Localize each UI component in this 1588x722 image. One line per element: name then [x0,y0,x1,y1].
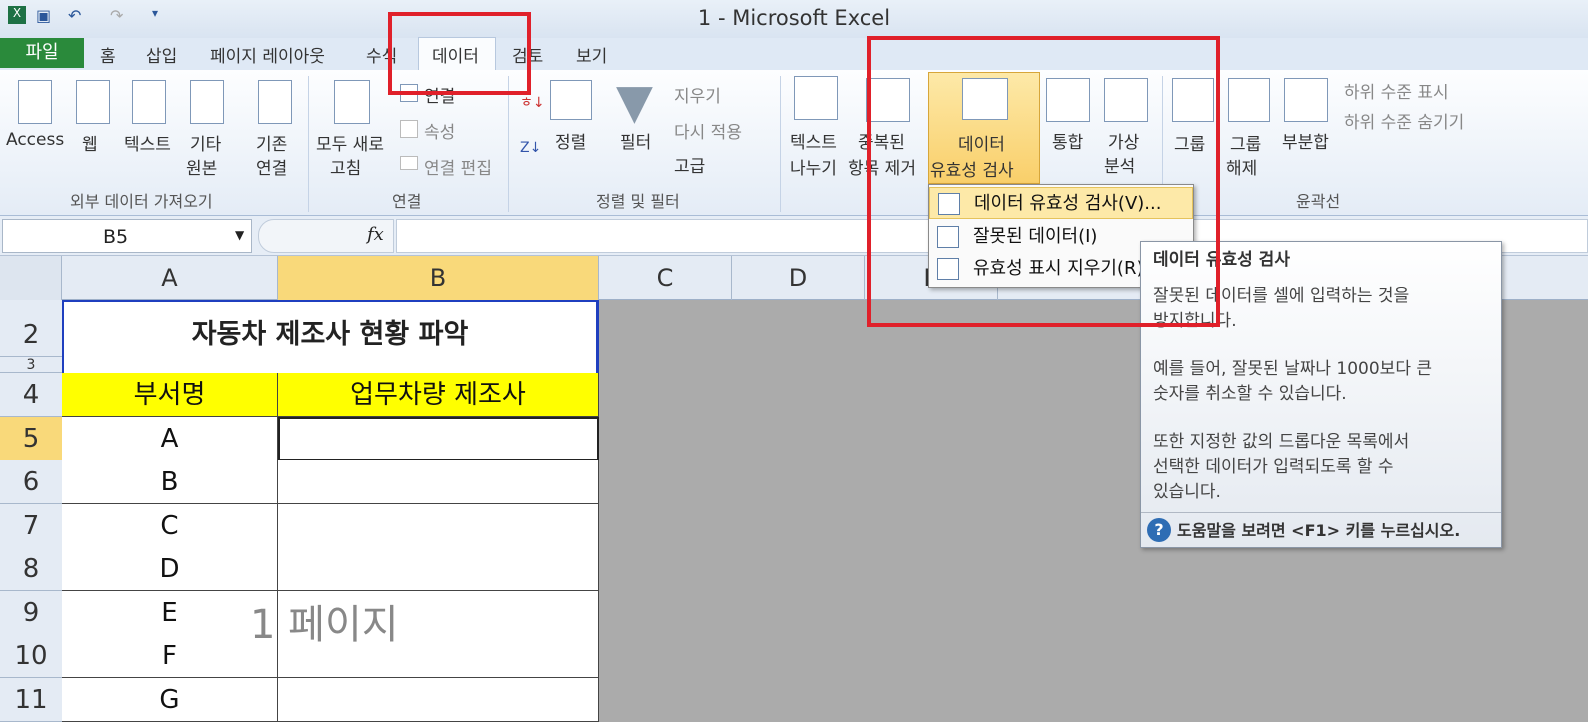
cell-b6[interactable] [278,460,599,504]
ungroup-label1[interactable]: 그룹 [1230,130,1261,155]
cell-a10[interactable]: F [62,634,278,678]
help-icon: ? [1147,518,1171,542]
web-icon [76,80,110,124]
tab-insert[interactable]: 삽입 [146,42,177,67]
filter-button[interactable]: 필터 [620,128,651,153]
properties-button[interactable]: 속성 [424,118,455,143]
tooltip-text: 있습니다. [1153,482,1221,502]
other-sources-label2[interactable]: 원본 [186,154,217,179]
sort-icon [550,80,592,120]
tab-page-layout[interactable]: 페이지 레이아웃 [210,42,325,67]
header-manufacturer[interactable]: 업무차량 제조사 [278,373,599,417]
highlight-box-data-tab [388,12,531,95]
hide-detail-button[interactable]: 하위 수준 숨기기 [1344,108,1464,133]
cell-b5[interactable] [278,417,599,461]
row-header-10[interactable]: 10 [0,634,62,678]
divider [1141,512,1501,513]
subtotal-button[interactable]: 부분합 [1282,128,1329,153]
ungroup-label2[interactable]: 해제 [1226,154,1257,179]
tooltip-text: 또한 지정한 값의 드롭다운 목록에서 [1153,432,1410,452]
function-icon[interactable]: fx [367,224,384,245]
cell-a9[interactable]: E [62,591,278,635]
cell-a8[interactable]: D [62,547,278,591]
text-to-columns-icon [794,76,838,120]
group-connections: 연결 [392,192,422,211]
cell-a5[interactable]: A [62,417,278,461]
ungroup-icon [1228,78,1270,122]
other-sources-label1[interactable]: 기타 [190,130,221,155]
cell-b8[interactable] [278,547,599,591]
tooltip-text: 예를 들어, 잘못된 날짜나 1000보다 큰 [1153,359,1433,379]
name-box-value: B5 [103,226,129,248]
tab-view[interactable]: 보기 [576,42,607,67]
separator [508,76,509,212]
text-button[interactable]: 텍스트 [124,130,171,155]
row-header-4[interactable]: 4 [0,373,62,417]
row-header-3[interactable]: 3 [0,357,62,373]
advanced-button[interactable]: 고급 [674,152,705,177]
chevron-down-icon[interactable]: ▼ [235,228,244,242]
sort-az-icon[interactable]: ㅎ↓ [520,92,545,112]
row-header-11[interactable]: 11 [0,678,62,722]
cell-b11[interactable] [278,678,599,722]
header-department[interactable]: 부서명 [62,373,278,417]
tooltip-text: 선택한 데이터가 입력되도록 할 수 [1153,457,1394,477]
row-header-6[interactable]: 6 [0,460,62,504]
cell-b7[interactable] [278,504,599,548]
refresh-all-icon [334,80,370,124]
refresh-all-label2[interactable]: 고침 [330,154,361,179]
row-header-5[interactable]: 5 [0,417,62,461]
refresh-all-label1[interactable]: 모두 새로 [316,130,384,155]
highlight-box-data-validation [867,36,1220,327]
row-header-7[interactable]: 7 [0,504,62,548]
text-to-columns-label1[interactable]: 텍스트 [790,128,837,153]
group-outline: 윤곽선 [1296,192,1341,211]
existing-connections-label2[interactable]: 연결 [256,154,287,179]
separator [780,76,781,212]
show-detail-button[interactable]: 하위 수준 표시 [1344,78,1449,103]
column-header-d[interactable]: D [732,256,865,300]
name-box[interactable]: B5 ▼ [2,219,252,253]
group-external-data: 외부 데이터 가져오기 [70,192,213,211]
access-button[interactable]: Access [6,130,64,150]
text-to-columns-label2[interactable]: 나누기 [790,154,837,179]
sort-button[interactable]: 정렬 [555,128,586,153]
web-button[interactable]: 웹 [82,130,98,155]
existing-connections-label1[interactable]: 기존 [256,130,287,155]
text-file-icon [132,80,166,124]
column-header-b[interactable]: B [278,256,599,300]
tab-file[interactable]: 파일 [0,38,84,68]
subtotal-icon [1284,78,1328,122]
other-sources-icon [190,80,224,124]
window-title: 1 - Microsoft Excel [697,6,891,30]
row-header-9[interactable]: 9 [0,591,62,635]
row-header-8[interactable]: 8 [0,547,62,591]
edit-links-icon [400,156,418,170]
cell-a11[interactable]: G [62,678,278,722]
access-icon [18,80,52,124]
sheet-title[interactable]: 자동차 제조사 현황 파악 [64,313,596,357]
properties-icon [400,120,418,138]
edit-links-button[interactable]: 연결 편집 [424,154,492,179]
page-watermark: 1 페이지 [250,602,399,648]
cell-a6[interactable]: B [62,460,278,504]
tooltip-text: 숫자를 취소할 수 있습니다. [1153,384,1347,404]
clear-button[interactable]: 지우기 [674,82,721,107]
group-sort-filter: 정렬 및 필터 [596,192,680,211]
sort-za-icon[interactable]: Z↓ [520,140,541,156]
reapply-button[interactable]: 다시 적용 [674,118,742,143]
existing-connections-icon [258,80,292,124]
column-header-c[interactable]: C [599,256,732,300]
row-header-2[interactable]: 2 [0,313,62,357]
select-all-button[interactable] [0,256,62,300]
filter-icon: ▼ [616,74,653,130]
tooltip-help: 도움말을 보려면 <F1> 키를 누르십시오. [1177,521,1461,540]
cell-a7[interactable]: C [62,504,278,548]
fx-area: fx [258,219,394,253]
column-header-a[interactable]: A [62,256,278,300]
separator [308,76,309,212]
tab-home[interactable]: 홈 [100,42,116,67]
